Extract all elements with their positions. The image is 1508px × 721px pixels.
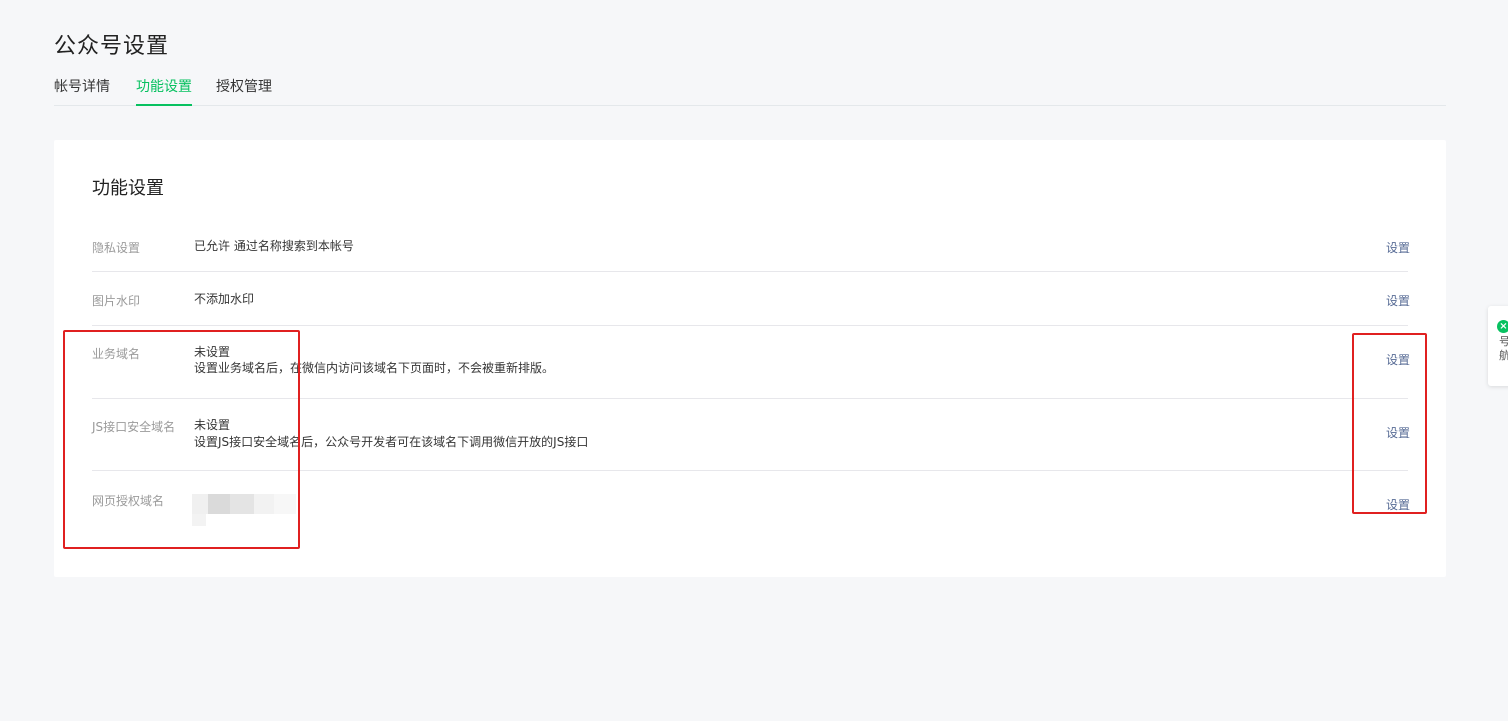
setting-value: 已允许 通过名称搜索到本帐号 [194,239,354,253]
setting-row-privacy: 隐私设置 已允许 通过名称搜索到本帐号 设置 [92,220,1410,272]
panel-title: 功能设置 [92,178,164,199]
setting-label: 隐私设置 [92,241,141,255]
privacy-set-link[interactable]: 设置 [1386,239,1410,256]
page-title: 公众号设置 [54,34,170,59]
tab-account-details[interactable]: 帐号详情 [54,76,110,106]
tab-bar: 帐号详情 功能设置 授权管理 [54,76,1446,106]
floating-widget-text: 号航 [1499,335,1508,362]
setting-value: 不添加水印 [194,292,255,306]
tab-feature-settings[interactable]: 功能设置 [136,76,192,106]
floating-help-widget[interactable]: × 号航 [1488,306,1508,386]
highlight-box-actions [1352,333,1427,514]
highlight-box-labels [63,330,300,549]
setting-label: 图片水印 [92,294,141,308]
watermark-set-link[interactable]: 设置 [1386,292,1410,309]
tab-authorization[interactable]: 授权管理 [216,76,272,106]
setting-row-watermark: 图片水印 不添加水印 设置 [92,272,1410,326]
close-icon[interactable]: × [1497,320,1508,333]
